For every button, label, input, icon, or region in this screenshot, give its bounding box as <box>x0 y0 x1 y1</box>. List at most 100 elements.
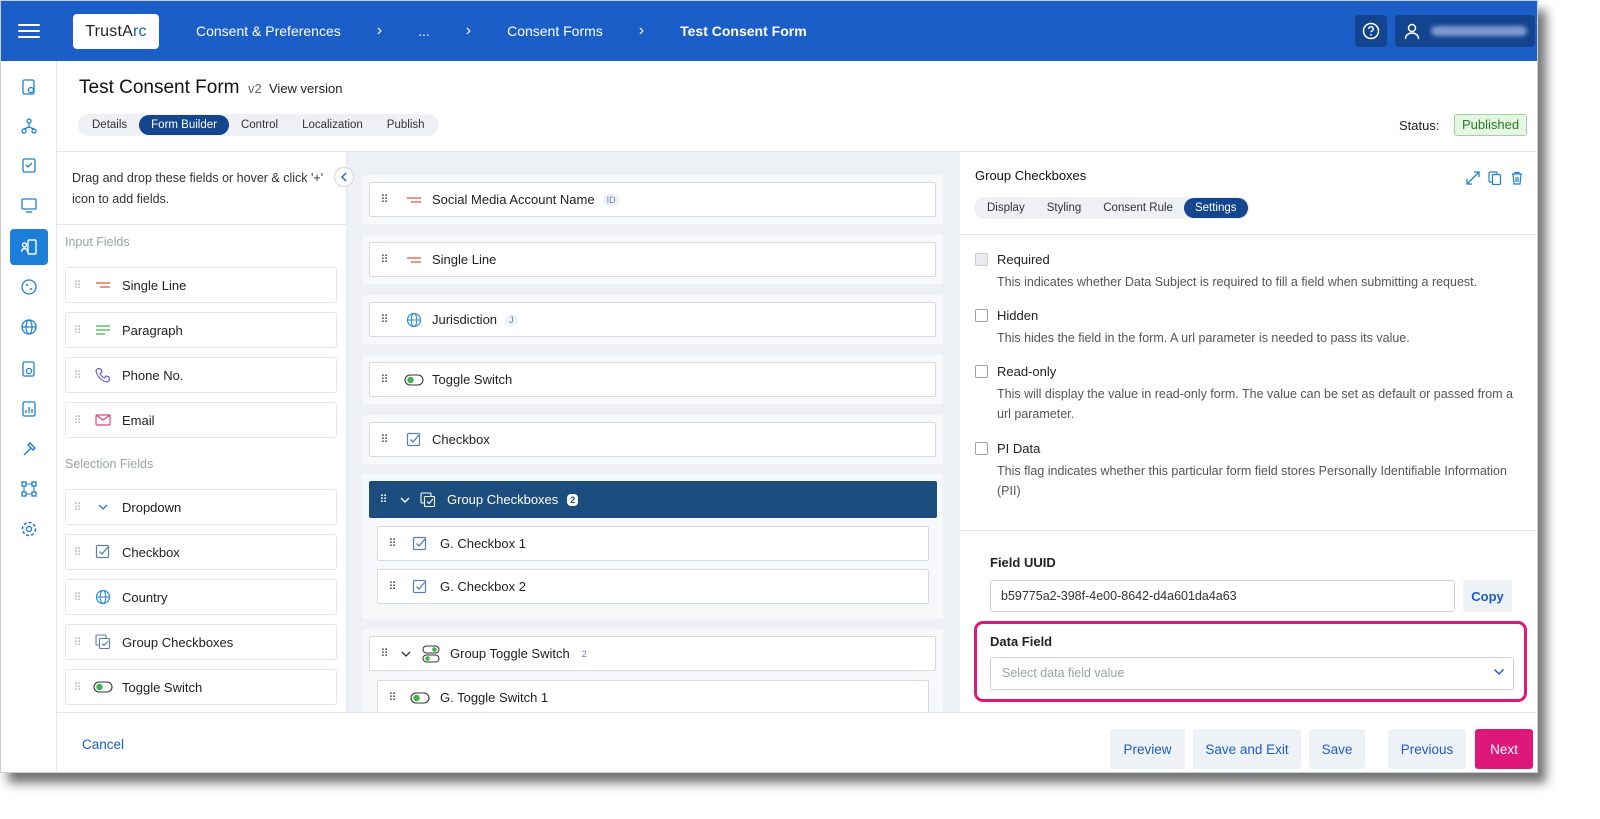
help-button[interactable] <box>1355 15 1387 47</box>
palette-item-group-checkboxes[interactable]: ⠿ Group Checkboxes <box>65 624 337 660</box>
trustarc-logo[interactable]: TrustA rc <box>73 14 159 49</box>
drag-handle-icon[interactable]: ⠿ <box>369 493 397 506</box>
drag-handle-icon[interactable]: ⠿ <box>66 681 88 694</box>
view-version-link[interactable]: View version <box>269 81 342 96</box>
canvas-field-social-media[interactable]: ⠿ Social Media Account Name ID <box>362 175 943 224</box>
delete-icon[interactable] <box>1509 170 1525 191</box>
drag-handle-icon[interactable]: ⠿ <box>66 546 88 559</box>
nav-monitor-icon[interactable] <box>10 187 48 223</box>
tab-settings[interactable]: Settings <box>1183 198 1248 218</box>
drag-handle-icon[interactable]: ⠿ <box>370 193 398 206</box>
drag-handle-icon[interactable]: ⠿ <box>370 313 398 326</box>
nav-settings-gear-icon[interactable] <box>10 511 48 547</box>
user-menu-button[interactable] <box>1395 15 1535 47</box>
single-line-icon <box>398 255 430 265</box>
nav-consent-forms-icon[interactable] <box>10 229 48 265</box>
tab-display[interactable]: Display <box>976 198 1036 218</box>
drag-handle-icon[interactable]: ⠿ <box>66 279 88 292</box>
nav-reports-icon[interactable] <box>10 69 48 105</box>
data-field-label: Data Field <box>990 634 1053 649</box>
nav-clipboard-icon[interactable] <box>10 147 48 183</box>
nav-cookie-icon[interactable] <box>10 269 48 305</box>
copy-uuid-button[interactable]: Copy <box>1463 580 1512 612</box>
redacted-username <box>1431 26 1527 36</box>
hamburger-menu-icon[interactable] <box>18 20 40 42</box>
drag-handle-icon[interactable]: ⠿ <box>66 636 88 649</box>
canvas-field-toggle-switch[interactable]: ⠿ Toggle Switch <box>362 355 943 404</box>
group-label: Group Toggle Switch <box>450 646 570 661</box>
save-button[interactable]: Save <box>1309 729 1365 769</box>
drag-handle-icon[interactable]: ⠿ <box>378 537 406 550</box>
pi-data-checkbox[interactable] <box>975 442 988 455</box>
palette-item-phone[interactable]: ⠿ Phone No. <box>65 357 337 393</box>
palette-item-toggle-switch[interactable]: ⠿ Toggle Switch <box>65 669 337 705</box>
collapse-palette-button[interactable] <box>334 167 354 187</box>
save-and-exit-button[interactable]: Save and Exit <box>1193 729 1301 769</box>
form-tabs: Details Form Builder Control Localizatio… <box>78 114 439 136</box>
status-label: Status: <box>1399 118 1440 133</box>
canvas-group-checkboxes-selected[interactable]: ⠿ Group Checkboxes 2 <box>369 481 937 518</box>
canvas-field-checkbox[interactable]: ⠿ Checkbox <box>362 415 943 464</box>
preview-button[interactable]: Preview <box>1110 729 1185 769</box>
group-checkbox-icon <box>413 491 443 508</box>
tab-localization[interactable]: Localization <box>290 115 375 135</box>
canvas-subfield-g-checkbox-1[interactable]: ⠿ G. Checkbox 1 <box>377 526 929 561</box>
palette-item-checkbox[interactable]: ⠿ Checkbox <box>65 534 337 570</box>
checkbox-icon <box>398 432 430 448</box>
duplicate-icon[interactable] <box>1487 170 1503 191</box>
palette-item-paragraph[interactable]: ⠿ Paragraph <box>65 312 337 348</box>
canvas-subfield-g-toggle-1[interactable]: ⠿ G. Toggle Switch 1 <box>377 680 929 712</box>
nav-globe-icon[interactable] <box>10 309 48 345</box>
palette-item-email[interactable]: ⠿ Email <box>65 402 337 438</box>
drag-handle-icon[interactable]: ⠿ <box>370 433 398 446</box>
option-description: This hides the field in the form. A url … <box>997 331 1410 345</box>
chevron-down-icon[interactable] <box>398 650 414 658</box>
palette-item-country[interactable]: ⠿ Country <box>65 579 337 615</box>
tab-consent-rule[interactable]: Consent Rule <box>1092 198 1184 218</box>
palette-item-single-line[interactable]: ⠿ Single Line <box>65 267 337 303</box>
nav-document-clock-icon[interactable] <box>10 351 48 387</box>
next-button[interactable]: Next <box>1475 729 1533 769</box>
drag-handle-icon[interactable]: ⠿ <box>66 501 88 514</box>
drag-handle-icon[interactable]: ⠿ <box>370 373 398 386</box>
nav-network-icon[interactable] <box>10 108 48 144</box>
drag-handle-icon[interactable]: ⠿ <box>378 691 406 704</box>
drag-handle-icon[interactable]: ⠿ <box>66 591 88 604</box>
data-field-select[interactable]: Select data field value <box>990 657 1514 690</box>
settings-actions <box>1465 170 1525 191</box>
phone-icon <box>88 367 118 383</box>
nav-tools-icon[interactable] <box>10 431 48 467</box>
palette-item-dropdown[interactable]: ⠿ Dropdown <box>65 489 337 525</box>
cancel-link[interactable]: Cancel <box>82 737 124 752</box>
breadcrumb-consent-forms[interactable]: Consent Forms <box>507 23 603 39</box>
drag-handle-icon[interactable]: ⠿ <box>66 369 88 382</box>
hidden-checkbox[interactable] <box>975 309 988 322</box>
nav-analytics-icon[interactable] <box>10 391 48 427</box>
chevron-down-icon[interactable] <box>397 496 413 504</box>
required-checkbox[interactable] <box>975 253 988 266</box>
canvas-field-single-line[interactable]: ⠿ Single Line <box>362 235 943 284</box>
tab-form-builder[interactable]: Form Builder <box>139 115 229 135</box>
previous-button[interactable]: Previous <box>1388 729 1466 769</box>
drag-handle-icon[interactable]: ⠿ <box>378 580 406 593</box>
drag-handle-icon[interactable]: ⠿ <box>370 253 398 266</box>
tab-publish[interactable]: Publish <box>375 115 437 135</box>
expand-icon[interactable] <box>1465 170 1481 191</box>
drag-handle-icon[interactable]: ⠿ <box>66 324 88 337</box>
drag-handle-icon[interactable]: ⠿ <box>66 414 88 427</box>
chevron-right-icon: › <box>376 22 383 39</box>
tab-control[interactable]: Control <box>229 115 290 135</box>
canvas-field-jurisdiction[interactable]: ⠿ Jurisdiction J <box>362 295 943 344</box>
tab-details[interactable]: Details <box>80 115 139 135</box>
version-label: v2 <box>248 81 262 96</box>
drag-handle-icon[interactable]: ⠿ <box>370 647 398 660</box>
tab-styling[interactable]: Styling <box>1036 198 1093 218</box>
nav-workflow-icon[interactable] <box>10 471 48 507</box>
single-line-icon <box>88 280 118 290</box>
breadcrumb-consent-preferences[interactable]: Consent & Preferences <box>196 23 341 39</box>
palette-item-label: Email <box>122 412 155 428</box>
field-uuid-input[interactable]: b59775a2-398f-4e00-8642-d4a601da4a63 <box>990 580 1455 612</box>
canvas-subfield-g-checkbox-2[interactable]: ⠿ G. Checkbox 2 <box>377 569 929 604</box>
breadcrumb-ellipsis[interactable]: ... <box>418 23 430 39</box>
read-only-checkbox[interactable] <box>975 365 988 378</box>
